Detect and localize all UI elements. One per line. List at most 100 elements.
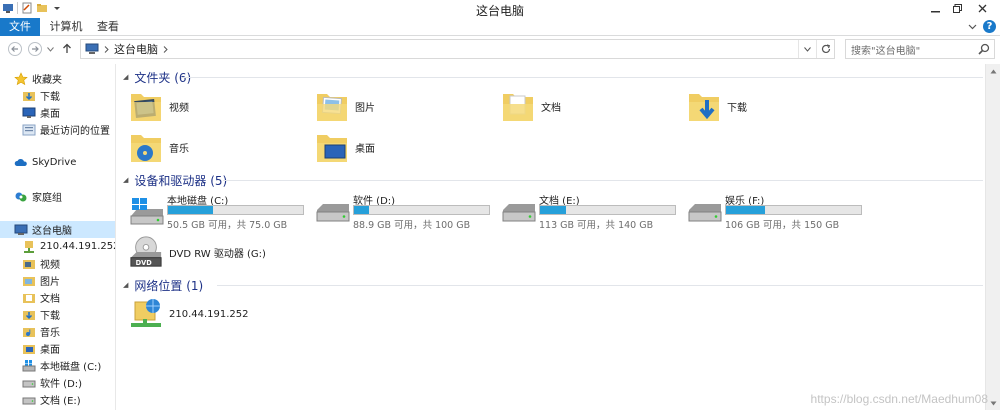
collapse-triangle-icon[interactable]: ◢: [123, 73, 128, 81]
search-placeholder: 搜索"这台电脑": [851, 45, 921, 57]
help-button[interactable]: ?: [983, 20, 996, 33]
collapse-triangle-icon[interactable]: ◢: [123, 281, 128, 289]
drive-tile-dvd[interactable]: DVD DVD RW 驱动器 (G:): [129, 234, 266, 270]
folder-label: 图片: [355, 102, 375, 114]
group-header-devices[interactable]: ◢ 设备和驱动器 (5): [123, 172, 983, 188]
collapse-triangle-icon[interactable]: ◢: [123, 176, 128, 184]
sidebar-item-pictures[interactable]: 图片: [0, 272, 115, 289]
homegroup-icon: [15, 192, 27, 201]
minimize-icon: [930, 10, 940, 12]
sidebar-item-homegroup[interactable]: 家庭组: [0, 188, 115, 205]
drive-free-space: 113 GB 可用，共 140 GB: [539, 220, 654, 231]
download-folder-icon: [689, 94, 719, 121]
address-bar-controls: [798, 40, 834, 58]
sidebar-item-drive-d[interactable]: 软件 (D:): [0, 374, 115, 391]
drive-tile-f[interactable]: 娱乐 (F:) 106 GB 可用，共 150 GB: [687, 192, 877, 231]
folder-tile-pictures[interactable]: 图片: [315, 88, 375, 124]
sidebar-item-label: 视频: [40, 260, 60, 271]
desktop-folder-icon: [317, 135, 347, 162]
window-title: 这台电脑: [475, 4, 524, 18]
drive-free-space: 88.9 GB 可用，共 100 GB: [353, 220, 471, 231]
breadcrumb-chevron-icon[interactable]: [104, 45, 109, 53]
drive-usage-bar: [539, 205, 676, 215]
content-pane: ◢ 文件夹 (6) 视频 图片 文档 下载 音乐 桌面 ◢ 设备和驱动器 (5)…: [117, 64, 985, 410]
forward-button[interactable]: [28, 42, 42, 56]
folder-label: 文档: [541, 102, 561, 114]
sidebar-item-label: 音乐: [40, 328, 60, 339]
close-button[interactable]: [968, 0, 996, 16]
tab-file[interactable]: 文件: [0, 18, 40, 36]
up-arrow-icon[interactable]: [62, 43, 72, 54]
sidebar-item-drive-e[interactable]: 文档 (E:): [0, 391, 115, 408]
breadcrumb-item[interactable]: 这台电脑: [114, 41, 158, 57]
drive-icon: [688, 204, 722, 222]
address-dropdown-button[interactable]: [798, 40, 816, 58]
restore-button[interactable]: [946, 0, 968, 16]
folder-tile-music[interactable]: 音乐: [129, 129, 189, 165]
address-bar[interactable]: 这台电脑: [80, 39, 835, 59]
group-header-label: 设备和驱动器 (5): [134, 173, 228, 188]
tab-view[interactable]: 查看: [93, 18, 123, 36]
vertical-scrollbar[interactable]: [985, 64, 1000, 410]
refresh-button[interactable]: [816, 40, 834, 58]
scroll-down-button[interactable]: [986, 396, 1000, 410]
drive-name: DVD RW 驱动器 (G:): [169, 248, 266, 260]
sidebar-item-skydrive[interactable]: SkyDrive: [0, 154, 115, 171]
window-controls: [924, 0, 996, 16]
drive-tile-c[interactable]: 本地磁盘 (C:) 50.5 GB 可用，共 75.0 GB: [129, 192, 319, 231]
folder-label: 音乐: [169, 143, 189, 155]
group-header-label: 网络位置 (1): [134, 278, 204, 293]
sidebar-item-label: 下载: [40, 92, 60, 103]
minimize-button[interactable]: [924, 0, 946, 16]
sidebar-item-desktop-pc[interactable]: 桌面: [0, 340, 115, 357]
navigation-pane: 收藏夹 下载 桌面 最近访问的位置 SkyDrive 家庭组 这台电脑 210.…: [0, 64, 116, 410]
scroll-up-icon: [990, 69, 997, 73]
folder-tile-documents[interactable]: 文档: [501, 88, 561, 124]
refresh-icon: [821, 44, 830, 54]
folder-tile-desktop[interactable]: 桌面: [315, 129, 375, 165]
sidebar-item-label: 图片: [40, 277, 60, 288]
sidebar-item-label: 文档 (E:): [40, 396, 81, 407]
pictures-folder-icon: [23, 276, 35, 286]
tab-computer[interactable]: 计算机: [49, 18, 83, 36]
group-header-network[interactable]: ◢ 网络位置 (1): [123, 277, 983, 293]
expand-ribbon-icon[interactable]: [968, 22, 977, 31]
network-location-label: 210.44.191.252: [169, 308, 249, 320]
search-icon[interactable]: [978, 43, 990, 55]
sidebar-item-downloads[interactable]: 下载: [0, 87, 115, 104]
sidebar-item-label: 这台电脑: [32, 226, 72, 237]
sidebar-item-desktop[interactable]: 桌面: [0, 104, 115, 121]
scroll-up-button[interactable]: [986, 64, 1000, 78]
dvd-drive-icon: DVD: [130, 236, 162, 267]
sidebar-item-this-pc[interactable]: 这台电脑: [0, 221, 115, 238]
folder-tile-downloads[interactable]: 下载: [687, 88, 747, 124]
videos-folder-icon: [131, 94, 161, 121]
drive-usage-bar: [725, 205, 862, 215]
drive-usage-fill: [354, 206, 369, 214]
music-folder-icon: [23, 327, 35, 337]
drive-free-space: 50.5 GB 可用，共 75.0 GB: [167, 220, 288, 231]
forward-arrow-icon: [32, 46, 39, 52]
sidebar-item-music[interactable]: 音乐: [0, 323, 115, 340]
network-location-tile[interactable]: 210.44.191.252: [129, 296, 249, 332]
sidebar-item-videos[interactable]: 视频: [0, 255, 115, 272]
breadcrumb-chevron-icon[interactable]: [163, 45, 168, 53]
computer-icon: [85, 43, 99, 54]
sidebar-item-documents[interactable]: 文档: [0, 289, 115, 306]
folder-label: 视频: [169, 102, 189, 114]
drive-tile-d[interactable]: 软件 (D:) 88.9 GB 可用，共 100 GB: [315, 192, 505, 231]
sidebar-item-downloads-pc[interactable]: 下载: [0, 306, 115, 323]
back-button[interactable]: [8, 42, 22, 56]
sidebar-item-label: 文档: [40, 294, 60, 305]
recent-locations-chevron-icon[interactable]: [47, 47, 54, 52]
drive-tile-e[interactable]: 文档 (E:) 113 GB 可用，共 140 GB: [501, 192, 691, 231]
search-box[interactable]: 搜索"这台电脑": [845, 39, 995, 59]
sidebar-item-drive-c[interactable]: 本地磁盘 (C:): [0, 357, 115, 374]
sidebar-item-recent-places[interactable]: 最近访问的位置: [0, 121, 115, 138]
group-header-folders[interactable]: ◢ 文件夹 (6): [123, 69, 983, 85]
sidebar-item-network-share[interactable]: 210.44.191.252: [0, 238, 115, 255]
sidebar-item-label: 桌面: [40, 345, 60, 356]
sidebar-item-favorites[interactable]: 收藏夹: [0, 70, 115, 87]
windows-drive-icon: [22, 359, 36, 371]
folder-tile-videos[interactable]: 视频: [129, 88, 189, 124]
